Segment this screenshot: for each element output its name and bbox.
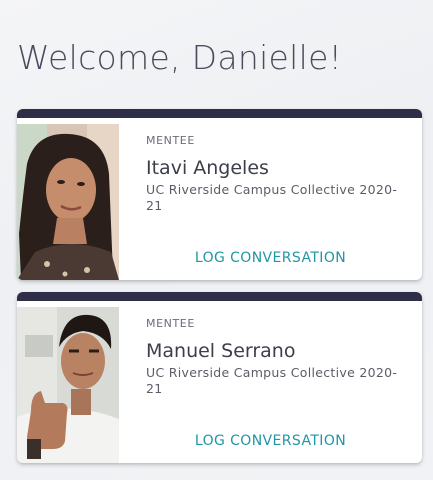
mentee-program: UC Riverside Campus Collective 2020-21 [146,182,398,213]
log-conversation-button[interactable]: LOG CONVERSATION [119,429,422,453]
mentee-role-label: MENTEE [146,134,195,147]
mentee-info: MENTEE Manuel Serrano UC Riverside Campu… [146,317,412,397]
log-conversation-button[interactable]: LOG CONVERSATION [119,246,422,270]
mentee-name: Itavi Angeles [146,157,269,179]
mentee-avatar [17,307,119,463]
card-header-bar [17,292,422,301]
mentee-program: UC Riverside Campus Collective 2020-21 [146,365,398,396]
welcome-heading: Welcome, Danielle! [17,38,343,77]
mentee-name: Manuel Serrano [146,340,296,362]
mentee-role-label: MENTEE [146,317,195,330]
mentee-card: MENTEE Manuel Serrano UC Riverside Campu… [17,292,422,463]
mentee-info: MENTEE Itavi Angeles UC Riverside Campus… [146,134,412,214]
card-header-bar [17,109,422,118]
mentee-avatar [17,124,119,280]
mentee-card: MENTEE Itavi Angeles UC Riverside Campus… [17,109,422,280]
